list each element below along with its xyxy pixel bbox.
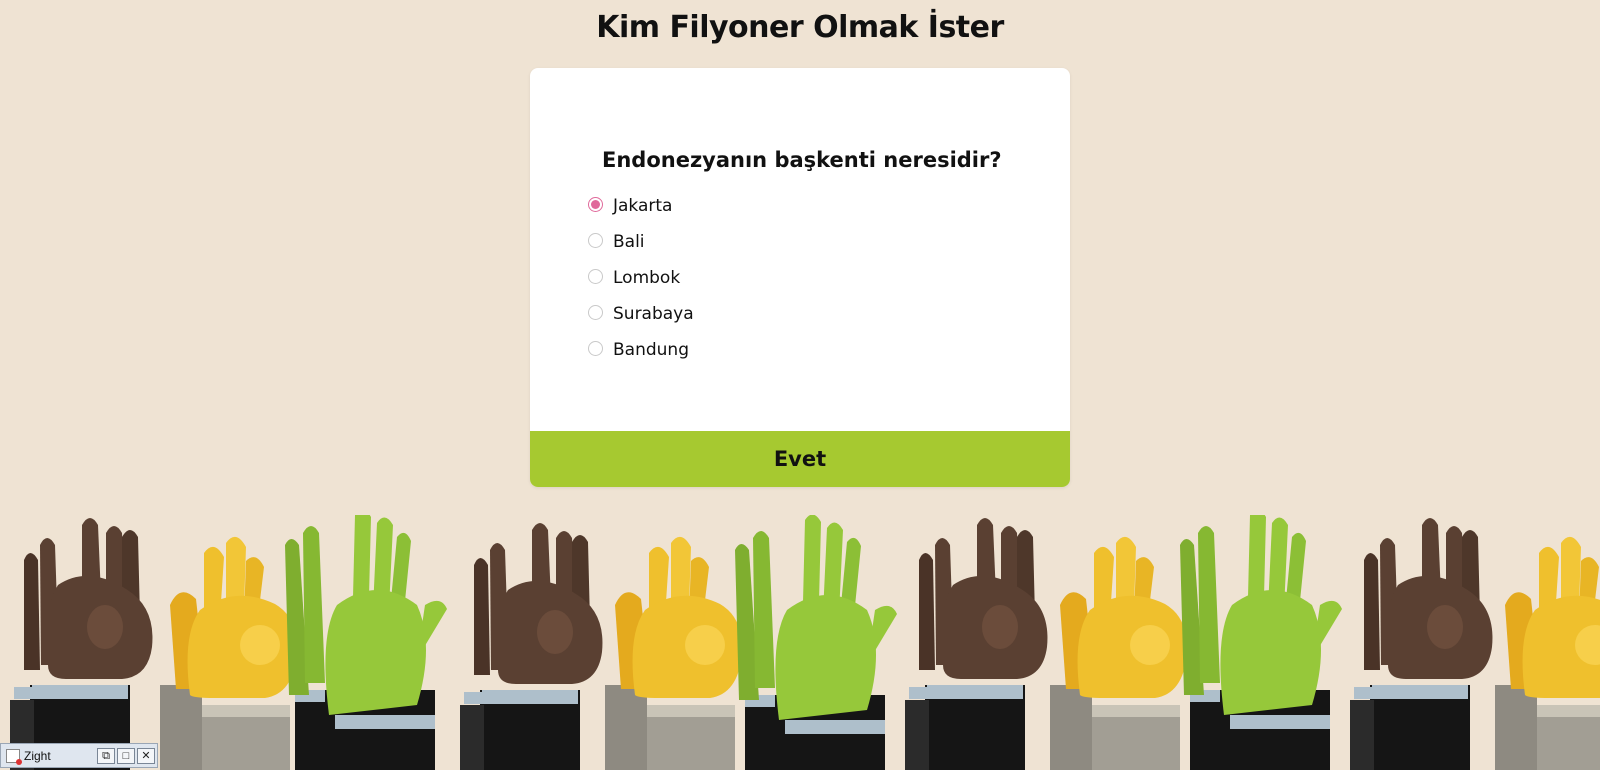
- option-lombok[interactable]: Lombok: [588, 260, 694, 296]
- rock-hand-icon: [10, 518, 153, 770]
- page-title: Kim Filyoner Olmak İster: [596, 10, 1004, 45]
- taskbar-item[interactable]: Zight ⧉ □ ✕: [0, 743, 158, 768]
- option-jakarta[interactable]: Jakarta: [588, 188, 694, 224]
- question-text: Endonezyanın başkenti neresidir?: [602, 148, 1002, 172]
- option-label: Lombok: [613, 268, 681, 288]
- restore-icon[interactable]: ⧉: [97, 747, 115, 764]
- radio-button[interactable]: [588, 232, 603, 248]
- clapping-hands-icon: [1180, 515, 1342, 770]
- zight-app-icon: [6, 748, 22, 765]
- option-label: Bali: [613, 232, 645, 252]
- option-surabaya[interactable]: Surabaya: [588, 296, 694, 332]
- question-card: Endonezyanın başkenti neresidir? Jakarta…: [530, 68, 1070, 487]
- hands-illustration: [10, 515, 1600, 770]
- crossed-fingers-icon: [605, 536, 743, 770]
- radio-button[interactable]: [588, 340, 603, 356]
- rock-hand-icon: [460, 523, 603, 770]
- crossed-fingers-icon: [160, 536, 298, 770]
- radio-button[interactable]: [588, 268, 603, 284]
- radio-button[interactable]: [588, 196, 603, 212]
- crossed-fingers-icon: [1495, 536, 1600, 770]
- radio-button[interactable]: [588, 304, 603, 320]
- clapping-hands-icon: [285, 515, 447, 770]
- submit-button[interactable]: Evet: [530, 431, 1070, 487]
- clapping-hands-icon: [735, 515, 897, 770]
- taskbar-label: Zight: [24, 748, 51, 763]
- rock-hand-icon: [905, 518, 1048, 770]
- close-icon[interactable]: ✕: [137, 747, 155, 764]
- option-bandung[interactable]: Bandung: [588, 332, 694, 368]
- crossed-fingers-icon: [1050, 536, 1188, 770]
- option-bali[interactable]: Bali: [588, 224, 694, 260]
- option-label: Jakarta: [613, 196, 673, 216]
- maximize-icon[interactable]: □: [117, 747, 135, 764]
- option-label: Surabaya: [613, 304, 694, 324]
- rock-hand-icon: [1350, 518, 1493, 770]
- option-label: Bandung: [613, 340, 689, 360]
- answer-options: Jakarta Bali Lombok Surabaya Bandung: [588, 188, 694, 368]
